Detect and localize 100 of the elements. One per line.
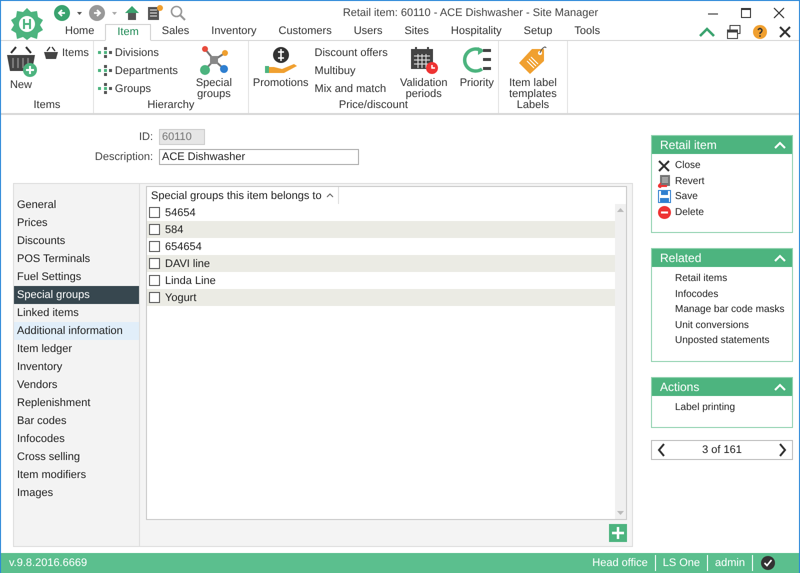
close-icon — [658, 160, 670, 172]
windows-icon[interactable] — [727, 24, 741, 38]
back-icon[interactable] — [54, 5, 70, 21]
panel-link[interactable]: Revert — [657, 174, 792, 189]
maximize-icon[interactable] — [740, 7, 752, 19]
field-label: Description: — [94, 151, 153, 163]
description-field[interactable]: ACE Dishwasher — [159, 149, 359, 165]
forward-icon[interactable] — [89, 5, 105, 21]
search-icon[interactable] — [170, 5, 186, 21]
ribbon-tab[interactable]: Setup — [512, 24, 564, 39]
ribbon-tab[interactable]: Sales — [150, 24, 200, 39]
status-field: LS One — [656, 555, 708, 571]
nav-item[interactable]: Images — [14, 484, 139, 502]
collapse-icon[interactable] — [699, 26, 715, 36]
group-label: Price/discount — [338, 99, 408, 113]
nav-item[interactable]: Fuel Settings — [14, 268, 139, 286]
check-icon — [761, 556, 775, 570]
coin-hand-icon — [264, 45, 298, 75]
ribbon-tab[interactable]: Tools — [563, 24, 612, 39]
window-title: Retail item: 60110 - ACE Dishwasher - Site Manager — [342, 7, 600, 19]
next-icon[interactable] — [778, 443, 787, 457]
nav-item[interactable]: Discounts — [14, 232, 139, 250]
ribbon-button[interactable]: Mix and match — [314, 82, 388, 96]
panel-link[interactable]: Save — [657, 189, 792, 204]
ribbon-button[interactable]: Divisions — [98, 46, 178, 60]
basket-icon — [5, 45, 37, 77]
ribbon-tab[interactable]: Customers — [268, 24, 343, 39]
table-cell: Linda Line — [165, 274, 216, 286]
document-icon[interactable] — [147, 5, 163, 21]
panel-link[interactable]: Delete — [657, 204, 792, 220]
ribbon-button[interactable]: Validation periods — [394, 43, 454, 99]
panel-link[interactable]: Label printing — [657, 400, 792, 415]
ribbon-button[interactable]: Departments — [98, 64, 178, 78]
panel-link[interactable]: Unit conversions — [657, 318, 792, 333]
logo-icon — [10, 7, 44, 41]
nav-item[interactable]: Infocodes — [14, 430, 139, 448]
panel-link[interactable]: Infocodes — [657, 286, 792, 302]
checkbox[interactable] — [149, 224, 160, 235]
checkbox[interactable] — [149, 292, 160, 303]
ribbon-tab[interactable]: Users — [342, 24, 394, 39]
table-cell: 54654 — [165, 206, 196, 218]
previous-icon[interactable] — [657, 443, 666, 457]
help-icon[interactable] — [753, 24, 767, 38]
nav-item[interactable]: General — [14, 196, 139, 214]
table-cell: 584 — [165, 224, 184, 236]
status-field: Head office — [585, 555, 656, 571]
basket-icon — [43, 46, 59, 60]
nav-item[interactable]: Prices — [14, 214, 139, 232]
priority-icon — [462, 45, 492, 75]
checkbox[interactable] — [149, 258, 160, 269]
panel-link[interactable]: Manage bar code masks — [657, 302, 792, 318]
nav-item[interactable]: Linked items — [14, 304, 139, 322]
hierarchy-icon — [98, 83, 112, 95]
ribbon-button[interactable]: Item label templates — [502, 43, 563, 99]
ribbon-button[interactable]: Discount offers — [314, 46, 388, 60]
close-icon[interactable] — [779, 26, 791, 38]
group-label: Hierarchy — [146, 99, 196, 113]
sort-icon — [326, 192, 334, 199]
calendar-icon — [408, 45, 439, 75]
page-count: 3 of 161 — [702, 444, 742, 456]
panel-link[interactable]: Unposted statements — [657, 333, 792, 348]
ribbon-button[interactable]: Multibuy — [314, 64, 388, 78]
ribbon-button[interactable]: Promotions — [252, 43, 309, 99]
column-header[interactable]: Special groups this item belongs to — [147, 187, 339, 204]
nav-item[interactable]: Inventory — [14, 358, 139, 376]
ribbon-button[interactable]: Priority — [460, 43, 494, 99]
panel-link[interactable]: Close — [657, 158, 792, 174]
id-field[interactable]: 60110 — [159, 129, 205, 145]
nav-item[interactable]: Additional information — [14, 322, 139, 340]
ribbon-button[interactable]: New — [5, 43, 37, 99]
nav-item[interactable]: Cross selling — [14, 448, 139, 466]
ribbon-button[interactable]: Items — [43, 46, 89, 60]
nav-item[interactable]: Item ledger — [14, 340, 139, 358]
hierarchy-icon — [98, 65, 112, 77]
group-label: Items — [32, 99, 62, 113]
hierarchy-icon — [98, 47, 112, 59]
ribbon-tab[interactable]: Hospitality — [440, 24, 513, 39]
ribbon-button[interactable]: Groups — [98, 82, 178, 96]
checkbox[interactable] — [149, 207, 160, 218]
ribbon-tab[interactable]: Item — [105, 24, 151, 41]
nav-item[interactable]: Item modifiers — [14, 466, 139, 484]
home-icon[interactable] — [124, 5, 140, 21]
checkbox[interactable] — [149, 241, 160, 252]
nav-item[interactable]: Vendors — [14, 376, 139, 394]
table-cell: Yogurt — [165, 292, 196, 304]
caret-down-icon[interactable] — [77, 12, 82, 14]
nodes-icon — [198, 45, 229, 75]
nav-item[interactable]: Special groups — [14, 286, 139, 304]
nav-item[interactable]: Replenishment — [14, 394, 139, 412]
save-icon — [658, 190, 670, 204]
nav-item[interactable]: POS Terminals — [14, 250, 139, 268]
add-button[interactable] — [609, 524, 627, 542]
ribbon-tab[interactable]: Home — [54, 24, 106, 39]
panel-link[interactable]: Retail items — [657, 271, 792, 286]
ribbon-tab[interactable]: Inventory — [200, 24, 268, 39]
ribbon-tab[interactable]: Sites — [393, 24, 440, 39]
checkbox[interactable] — [149, 275, 160, 286]
ribbon-button[interactable]: Special groups — [184, 43, 244, 99]
nav-item[interactable]: Bar codes — [14, 412, 139, 430]
close-icon[interactable] — [773, 7, 785, 19]
